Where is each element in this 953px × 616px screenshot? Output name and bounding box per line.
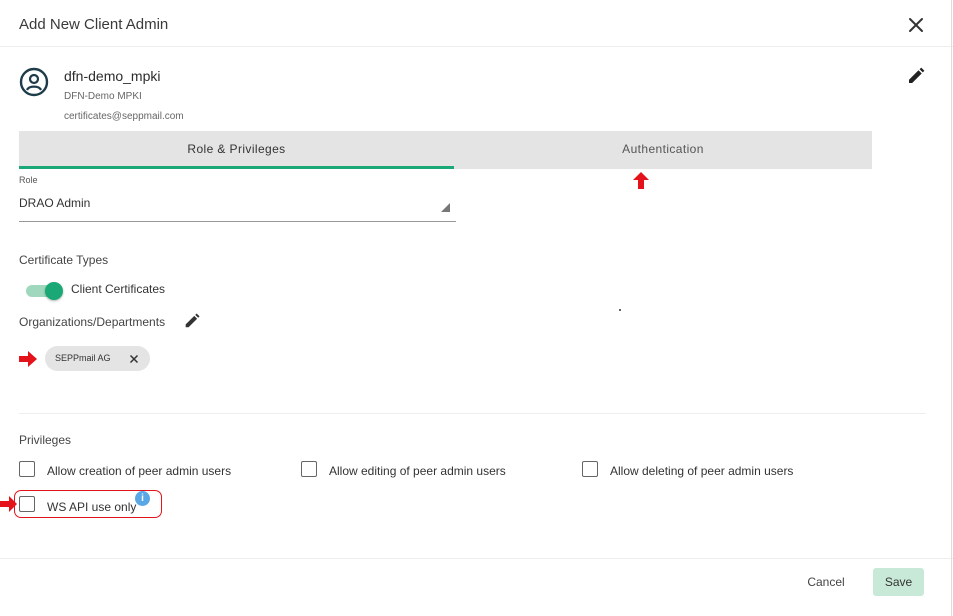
ws-api-only-label: WS API use only [47,500,137,514]
user-organization: DFN-Demo MPKI [64,91,142,102]
annotation-arrow-up-icon [633,172,649,189]
dialog-title: Add New Client Admin [19,16,169,33]
organization-chip: SEPPmail AG [45,346,150,371]
chip-label: SEPPmail AG [55,353,111,363]
ws-api-only-checkbox[interactable] [19,496,35,512]
privileges-title: Privileges [19,433,72,447]
organizations-title: Organizations/Departments [19,315,166,329]
footer-divider [0,558,953,559]
allow-creation-checkbox[interactable] [19,461,35,477]
client-certificates-toggle[interactable] [26,281,63,300]
info-icon[interactable]: i [135,491,150,506]
role-select[interactable]: DRAO Admin [19,193,456,222]
allow-editing-checkbox[interactable] [301,461,317,477]
cancel-button[interactable]: Cancel [797,568,855,596]
allow-deleting-label: Allow deleting of peer admin users [610,464,794,478]
dropdown-caret-icon [441,203,450,212]
save-button[interactable]: Save [873,568,924,596]
role-value: DRAO Admin [19,196,91,210]
stray-dot [619,309,621,311]
certificate-types-title: Certificate Types [19,253,109,267]
toggle-knob [45,282,63,300]
user-email: certificates@seppmail.com [64,111,184,122]
allow-deleting-checkbox[interactable] [582,461,598,477]
client-certificates-label: Client Certificates [71,282,166,296]
chip-remove-icon[interactable] [128,352,140,364]
section-divider [19,413,926,414]
close-icon[interactable] [905,14,927,36]
tab-authentication[interactable]: Authentication [454,131,872,169]
tab-bar: Role & Privileges Authentication [19,131,872,169]
annotation-arrow-right-icon [19,351,37,367]
allow-editing-label: Allow editing of peer admin users [329,464,506,478]
tab-role-privileges[interactable]: Role & Privileges [19,131,454,169]
edit-pencil-icon[interactable] [906,66,926,86]
role-label: Role [19,175,38,185]
allow-creation-label: Allow creation of peer admin users [47,464,232,478]
user-avatar-icon [19,67,49,97]
window-edge [951,0,952,616]
header-divider [0,46,953,47]
edit-organizations-pencil-icon[interactable] [183,312,201,330]
user-name: dfn-demo_mpki [64,68,161,84]
